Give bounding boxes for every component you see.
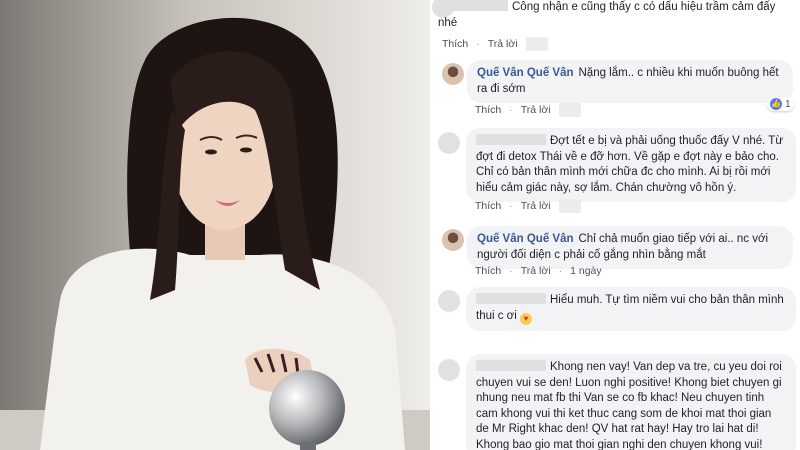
post-photo	[0, 0, 430, 450]
comments-panel: Công nhận e cũng thấy c có dấu hiệu trầm…	[430, 0, 800, 450]
thumbs-up-icon: 👍	[770, 98, 782, 110]
author-name[interactable]: Quế Vân Quế Vân	[477, 67, 574, 79]
comment-2-actions: Thích · Trả lời	[475, 103, 581, 117]
blurred-author-name	[476, 360, 546, 371]
like-link[interactable]: Thích	[475, 200, 501, 212]
blurred-author-name	[476, 293, 546, 304]
separator: ·	[509, 104, 513, 116]
comment-2: Quế Vân Quế Vân Nặng lắm.. c nhiều khi mu…	[467, 60, 793, 103]
separator: ·	[509, 265, 513, 277]
reaction-count[interactable]: 👍 1	[767, 97, 794, 111]
reply-link[interactable]: Trả lời	[521, 104, 551, 116]
like-link[interactable]: Thích	[475, 265, 501, 277]
comment-6: Khong nen vay! Van dep va tre, cu yeu do…	[466, 354, 796, 450]
blurred-timestamp	[558, 199, 581, 213]
comment-text: Khong nen vay! Van dep va tre, cu yeu do…	[476, 361, 782, 450]
like-link[interactable]: Thích	[475, 104, 501, 116]
separator: ·	[476, 38, 480, 50]
comment-4: Quế Vân Quế Vân Chỉ chả muốn giao tiếp vớ…	[467, 226, 793, 269]
comment-4-actions: Thích · Trả lời · 1 ngày	[475, 265, 602, 277]
blurred-author-name	[438, 0, 508, 11]
separator: ·	[509, 200, 513, 212]
comment-3: Đợt tết e bị và phải uống thuốc đấy V nh…	[466, 128, 796, 202]
avatar[interactable]	[438, 290, 460, 312]
avatar-que-van[interactable]	[442, 229, 464, 251]
timestamp[interactable]: 1 ngày	[570, 265, 602, 277]
reply-link[interactable]: Trả lời	[488, 38, 518, 50]
blurred-timestamp	[558, 103, 581, 117]
author-name[interactable]: Quế Vân Quế Vân	[477, 233, 574, 245]
comment-3-actions: Thích · Trả lời	[475, 199, 581, 213]
comment-1: Công nhận e cũng thấy c có dấu hiệu trầm…	[434, 0, 792, 37]
like-link[interactable]: Thích	[442, 38, 468, 50]
comment-5: Hiểu muh. Tự tìm niềm vui cho bản thân m…	[466, 287, 796, 331]
reply-link[interactable]: Trả lời	[521, 265, 551, 277]
comment-1-actions: Thích · Trả lời	[442, 37, 548, 51]
separator: ·	[558, 265, 563, 277]
avatar-que-van[interactable]	[442, 63, 464, 85]
avatar[interactable]	[438, 359, 460, 381]
blurred-timestamp	[525, 37, 548, 51]
like-count: 1	[785, 98, 791, 110]
avatar[interactable]	[438, 132, 460, 154]
blurred-author-name	[476, 134, 546, 145]
reply-link[interactable]: Trả lời	[521, 200, 551, 212]
heart-eyes-emoji-icon: ♥	[519, 312, 532, 325]
